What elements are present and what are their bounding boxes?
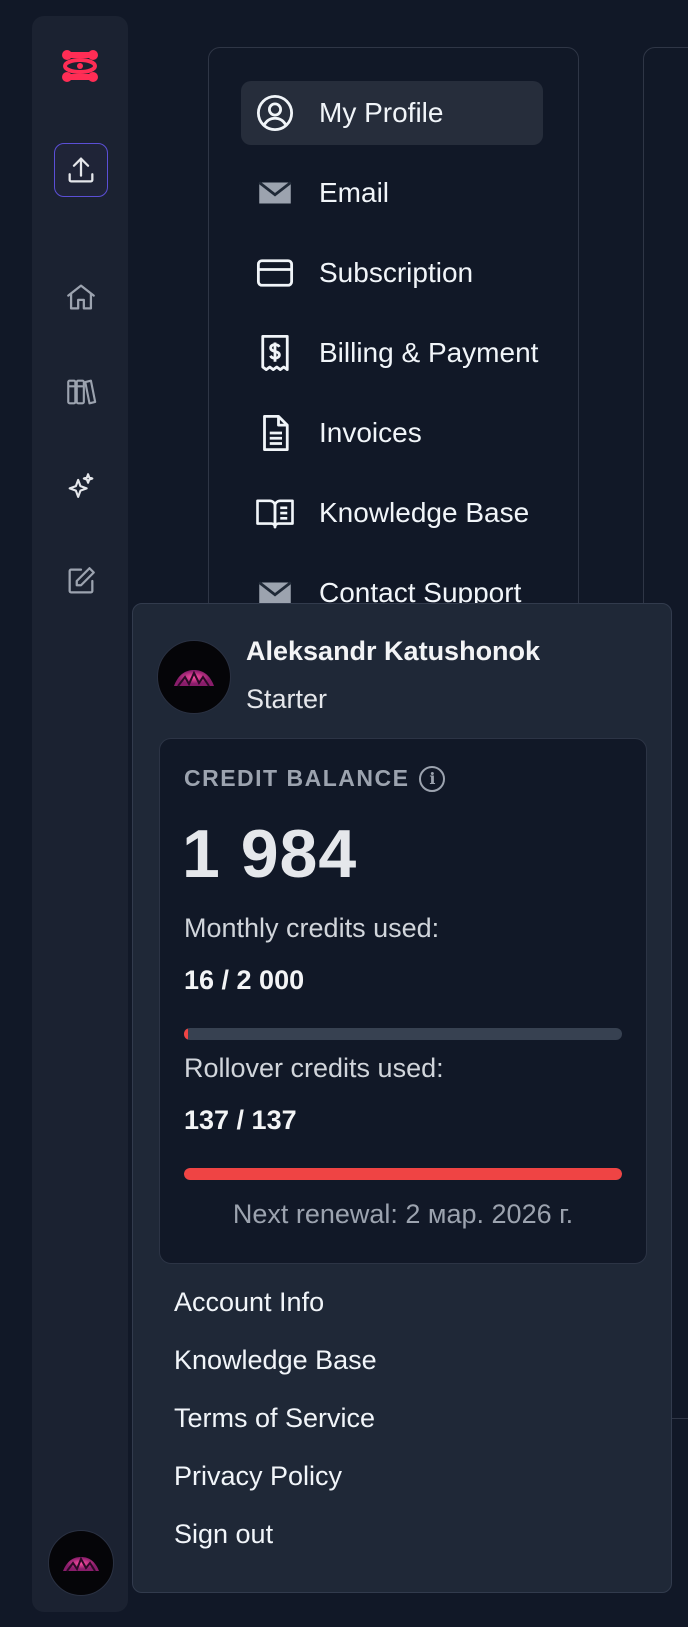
credit-card-icon <box>253 251 297 295</box>
credit-balance-value: 1 984 <box>182 816 358 892</box>
home-icon <box>67 284 95 310</box>
mail-icon <box>253 171 297 215</box>
receipt-dollar-icon <box>253 331 297 375</box>
monthly-credits-value: 16 / 2 000 <box>184 965 305 995</box>
rollover-credits-value: 137 / 137 <box>184 1105 297 1135</box>
rollover-credits-progress-fill <box>184 1168 622 1180</box>
credit-balance-label: CREDIT BALANCE <box>184 765 410 791</box>
library-icon <box>67 379 97 405</box>
upload-icon <box>68 157 94 183</box>
ai-button[interactable] <box>54 460 108 514</box>
avatar[interactable] <box>48 1530 114 1596</box>
nav-item-knowledge-base[interactable]: Knowledge Base <box>241 481 543 545</box>
info-icon[interactable]: i <box>419 765 446 792</box>
next-renewal: Next renewal: 2 мар. 2026 г. <box>232 1199 574 1229</box>
terms-of-service-link[interactable]: Terms of Service <box>174 1403 375 1434</box>
document-icon <box>253 411 297 455</box>
avatar <box>157 640 231 714</box>
icon-rail <box>32 16 128 1612</box>
book-open-icon <box>253 491 297 535</box>
upload-button[interactable] <box>54 143 108 197</box>
account-info-link[interactable]: Account Info <box>174 1287 324 1318</box>
credit-balance-heading: CREDIT BALANCE i <box>184 765 446 792</box>
nav-item-subscription[interactable]: Subscription <box>241 241 543 305</box>
nav-item-invoices[interactable]: Invoices <box>241 401 543 465</box>
monthly-credits-progress-fill <box>184 1028 189 1040</box>
sign-out-link[interactable]: Sign out <box>174 1519 273 1550</box>
home-button[interactable] <box>54 270 108 324</box>
nav-item-label: Invoices <box>319 417 422 448</box>
user-name: Aleksandr Katushonok <box>246 636 541 666</box>
account-popover: Aleksandr Katushonok Starter CREDIT BALA… <box>132 603 672 1593</box>
credit-balance-card: CREDIT BALANCE i 1 984 Monthly credits u… <box>159 738 647 1264</box>
monthly-credits-label: Monthly credits used: <box>184 913 440 943</box>
monthly-credits-progress <box>184 1028 622 1040</box>
nav-item-label: Email <box>319 177 390 208</box>
nav-item-label: Subscription <box>319 257 474 288</box>
privacy-policy-link[interactable]: Privacy Policy <box>174 1461 342 1492</box>
library-button[interactable] <box>54 365 108 419</box>
sparkles-icon <box>68 473 94 498</box>
user-circle-icon <box>253 91 297 135</box>
nav-item-label: Knowledge Base <box>319 497 530 528</box>
rollover-credits-progress <box>184 1168 622 1180</box>
logo-icon[interactable] <box>58 44 102 88</box>
nav-item-label: Billing & Payment <box>319 337 539 368</box>
rollover-credits-label: Rollover credits used: <box>184 1053 444 1083</box>
nav-item-my-profile[interactable]: My Profile <box>241 81 543 145</box>
plan-name: Starter <box>246 684 328 714</box>
nav-item-email[interactable]: Email <box>241 161 543 225</box>
edit-button[interactable] <box>54 554 108 608</box>
edit-icon <box>68 567 95 594</box>
nav-item-label: My Profile <box>319 97 444 128</box>
nav-item-billing[interactable]: Billing & Payment <box>241 321 543 385</box>
knowledge-base-link[interactable]: Knowledge Base <box>174 1345 377 1376</box>
